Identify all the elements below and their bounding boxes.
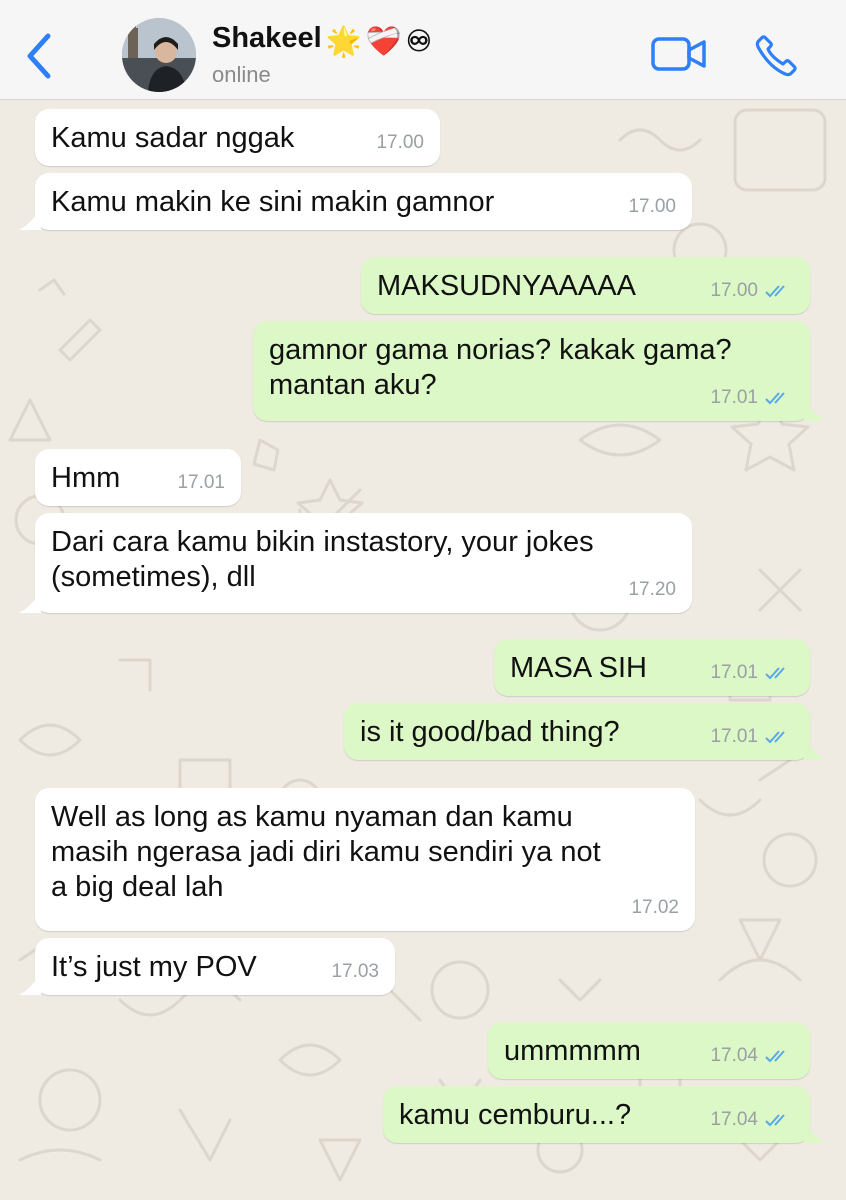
message-meta: 17.04	[710, 1038, 794, 1073]
contact-status: online	[212, 62, 271, 87]
bubble-tail	[19, 973, 41, 995]
message-meta: 17.03	[331, 954, 379, 989]
message-time: 17.02	[631, 897, 679, 918]
read-ticks-icon	[765, 284, 785, 297]
outgoing-message[interactable]: is it good/bad thing? 17.01	[344, 703, 826, 760]
message-meta: 17.01	[710, 655, 794, 690]
message-time: 17.00	[376, 132, 424, 153]
incoming-message[interactable]: Kamu makin ke sini makin gamnor 17.00	[19, 173, 692, 230]
message-meta: 17.00	[628, 189, 676, 224]
voice-call-button[interactable]	[752, 32, 800, 80]
message-time: 17.00	[628, 196, 676, 217]
bubble-tail	[19, 208, 41, 230]
message-text: Kamu sadar nggak	[51, 122, 295, 154]
message-text: masih ngerasa jadi diri kamu sendiri ya …	[51, 836, 601, 868]
read-ticks-icon	[765, 1049, 785, 1062]
message-text: Dari cara kamu bikin instastory, your jo…	[51, 526, 594, 558]
message-time: 17.20	[628, 579, 676, 600]
message-meta: 17.01	[710, 719, 794, 754]
back-button[interactable]	[22, 32, 56, 80]
infinity-icon: ♾	[405, 26, 432, 58]
bubble-tail	[804, 738, 826, 760]
read-ticks-icon	[765, 730, 785, 743]
message-meta: 17.01	[710, 380, 794, 415]
message-time: 17.03	[331, 961, 379, 982]
chat-area[interactable]: Kamu sadar nggak 17.00 Kamu makin ke sin…	[0, 100, 846, 1200]
message-text: Well as long as kamu nyaman dan kamu	[51, 801, 573, 833]
message-meta: 17.00	[710, 273, 794, 308]
avatar[interactable]	[122, 18, 196, 92]
message-meta: 17.04	[710, 1102, 794, 1137]
incoming-message[interactable]: It’s just my POV 17.03	[19, 938, 395, 995]
message-text: It’s just my POV	[51, 951, 257, 983]
message-time: 17.01	[710, 726, 758, 747]
message-meta: 17.20	[628, 572, 676, 607]
mending-heart-icon: ❤️‍🩹	[365, 26, 402, 58]
message-text: a big deal lah	[51, 871, 224, 903]
incoming-message[interactable]: Dari cara kamu bikin instastory, your jo…	[19, 513, 692, 613]
outgoing-message[interactable]: MAKSUDNYAAAAA 17.00	[361, 257, 810, 314]
outgoing-message[interactable]: MASA SIH 17.01	[494, 639, 810, 696]
message-time: 17.01	[710, 387, 758, 408]
incoming-message[interactable]: Kamu sadar nggak 17.00	[35, 109, 440, 166]
read-ticks-icon	[765, 666, 785, 679]
message-time: 17.00	[710, 280, 758, 301]
read-ticks-icon	[765, 391, 785, 404]
message-time: 17.01	[710, 662, 758, 683]
contact-name-text: Shakeel	[212, 22, 322, 54]
message-meta: 17.02	[631, 890, 679, 925]
message-time: 17.04	[710, 1045, 758, 1066]
message-meta: 17.00	[376, 125, 424, 160]
bubble-tail	[804, 1121, 826, 1143]
message-text: (sometimes), dll	[51, 561, 256, 593]
message-time: 17.01	[177, 472, 225, 493]
message-text: Kamu makin ke sini makin gamnor	[51, 186, 495, 218]
glowing-star-icon: 🌟	[325, 26, 362, 58]
outgoing-message[interactable]: ummmmm 17.04	[488, 1022, 810, 1079]
bubble-tail	[19, 591, 41, 613]
bubble-tail	[804, 399, 826, 421]
chat-header: Shakeel 🌟 ❤️‍🩹 ♾ online	[0, 0, 846, 100]
incoming-message[interactable]: Well as long as kamu nyaman dan kamu mas…	[35, 788, 695, 931]
incoming-message[interactable]: Hmm 17.01	[35, 449, 241, 506]
contact-name[interactable]: Shakeel 🌟 ❤️‍🩹 ♾	[212, 22, 432, 59]
video-camera-icon	[651, 37, 706, 71]
video-call-button[interactable]	[650, 34, 708, 74]
chevron-left-icon	[27, 33, 51, 79]
message-time: 17.04	[710, 1109, 758, 1130]
message-meta: 17.01	[177, 465, 225, 500]
outgoing-message[interactable]: gamnor gama norias? kakak gama? mantan a…	[253, 321, 826, 421]
message-text: gamnor gama norias? kakak gama?	[269, 334, 732, 366]
read-ticks-icon	[765, 1113, 785, 1126]
phone-icon	[755, 35, 797, 77]
outgoing-message[interactable]: kamu cemburu...? 17.04	[383, 1086, 826, 1143]
